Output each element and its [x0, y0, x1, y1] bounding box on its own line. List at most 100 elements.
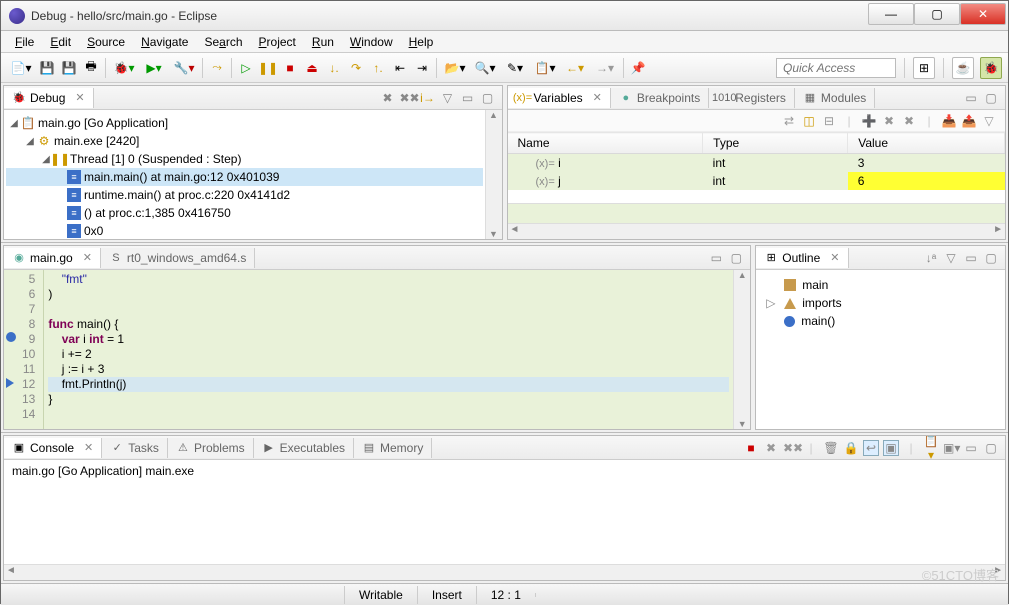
frame-0[interactable]: main.main() at main.go:12 0x401039: [84, 170, 279, 184]
annotation-button[interactable]: ✎▾: [501, 58, 529, 78]
maximize-icon[interactable]: ▢: [983, 251, 999, 265]
show-type-button[interactable]: ⇄: [781, 114, 797, 128]
show-console-button[interactable]: ▣: [883, 440, 899, 456]
collapse-button[interactable]: ⊟: [821, 114, 837, 128]
remove-button[interactable]: ✖: [881, 114, 897, 128]
scrollbar-h[interactable]: [508, 223, 1006, 239]
new-button[interactable]: 📄▾: [7, 58, 35, 78]
remove-all-button[interactable]: ✖✖: [400, 91, 416, 105]
breakpoint-marker[interactable]: [6, 332, 16, 342]
tab-asm[interactable]: S rt0_windows_amd64.s: [101, 248, 255, 268]
close-icon[interactable]: ✕: [593, 91, 602, 104]
import-button[interactable]: 📥: [941, 114, 957, 128]
code-area[interactable]: "fmt" ) func main() { var i int = 1 i +=…: [44, 270, 733, 429]
maximize-icon[interactable]: ▢: [480, 91, 496, 105]
close-button[interactable]: ✕: [960, 3, 1006, 25]
scrollbar-h[interactable]: [4, 564, 1005, 580]
frame-2[interactable]: () at proc.c:1,385 0x416750: [84, 206, 231, 220]
step-filters-button[interactable]: ⇥: [412, 58, 432, 78]
export-button[interactable]: 📤: [961, 114, 977, 128]
nav-fwd-button[interactable]: →▾: [591, 58, 619, 78]
frame-3[interactable]: 0x0: [84, 224, 103, 238]
remove-launch-button[interactable]: ✖: [763, 441, 779, 455]
minimize-icon[interactable]: ▭: [708, 251, 724, 265]
tab-executables[interactable]: ▶Executables: [254, 438, 354, 458]
tab-registers[interactable]: 1010Registers: [709, 88, 795, 108]
view-menu-icon[interactable]: ▽: [981, 114, 997, 128]
debug-perspective-button[interactable]: 🐞: [980, 57, 1002, 79]
menu-file[interactable]: File: [9, 33, 40, 51]
minimize-icon[interactable]: ▭: [460, 91, 476, 105]
quick-access-input[interactable]: [776, 58, 896, 78]
close-icon[interactable]: ✕: [830, 251, 839, 264]
scrollbar-v[interactable]: ▲▼: [485, 110, 502, 239]
menu-window[interactable]: Window: [344, 33, 399, 51]
menu-project[interactable]: Project: [253, 33, 302, 51]
close-icon[interactable]: ✕: [84, 441, 93, 454]
menu-navigate[interactable]: Navigate: [135, 33, 194, 51]
open-type-button[interactable]: 📂▾: [441, 58, 469, 78]
step-into-icon[interactable]: i→: [420, 91, 436, 105]
process-node[interactable]: main.exe [2420]: [54, 134, 139, 148]
var-row-i[interactable]: (x)= i int 3: [508, 154, 1005, 173]
remove-all-button[interactable]: ✖: [901, 114, 917, 128]
col-type[interactable]: Type: [703, 133, 848, 154]
col-name[interactable]: Name: [508, 133, 703, 154]
menu-run[interactable]: Run: [306, 33, 340, 51]
word-wrap-button[interactable]: ↩: [863, 440, 879, 456]
save-button[interactable]: 💾: [37, 58, 57, 78]
view-menu-icon[interactable]: ▽: [943, 251, 959, 265]
display-button[interactable]: ▣▾: [943, 441, 959, 455]
menu-source[interactable]: Source: [81, 33, 131, 51]
thread-node[interactable]: Thread [1] 0 (Suspended : Step): [70, 152, 241, 166]
minimize-icon[interactable]: ▭: [963, 441, 979, 455]
step-return-button[interactable]: ↑.: [368, 58, 388, 78]
menu-help[interactable]: Help: [403, 33, 440, 51]
print-button[interactable]: 🖶: [81, 58, 101, 78]
minimize-icon[interactable]: ▭: [963, 91, 979, 105]
maximize-button[interactable]: ▢: [914, 3, 960, 25]
java-perspective-button[interactable]: ☕: [952, 57, 974, 79]
line-gutter[interactable]: 5 6 7 8 9 10 11 12 13 14: [4, 270, 44, 429]
add-button[interactable]: ➕: [861, 114, 877, 128]
drop-frame-button[interactable]: ⇤: [390, 58, 410, 78]
code-editor[interactable]: 5 6 7 8 9 10 11 12 13 14 "fmt" ) func ma…: [4, 270, 750, 429]
resume-button[interactable]: ▷: [236, 58, 256, 78]
close-icon[interactable]: ✕: [75, 91, 84, 104]
var-row-j[interactable]: (x)= j int 6: [508, 172, 1005, 190]
minimize-icon[interactable]: ▭: [963, 251, 979, 265]
nav-back-button[interactable]: ←▾: [561, 58, 589, 78]
minimize-button[interactable]: —: [868, 3, 914, 25]
col-value[interactable]: Value: [848, 133, 1005, 154]
debug-tree[interactable]: ◢📋main.go [Go Application] ◢⚙main.exe [2…: [4, 110, 485, 239]
sort-button[interactable]: ↓ᵃ: [923, 251, 939, 265]
view-menu-icon[interactable]: ▽: [440, 91, 456, 105]
frame-1[interactable]: runtime.main() at proc.c:220 0x4141d2: [84, 188, 290, 202]
outline-tree[interactable]: main ▷imports main(): [756, 270, 1005, 429]
scrollbar-v[interactable]: ▲▼: [733, 270, 750, 429]
launch-node[interactable]: main.go [Go Application]: [38, 116, 168, 130]
variables-table[interactable]: Name Type Value (x)= i int 3 (x)= j int …: [508, 132, 1006, 190]
remove-all-button[interactable]: ✖✖: [783, 441, 799, 455]
outline-func[interactable]: main(): [766, 312, 995, 330]
debug-button[interactable]: 🐞▾: [110, 58, 138, 78]
maximize-icon[interactable]: ▢: [728, 251, 744, 265]
tab-main-go[interactable]: ◉ main.go ✕: [4, 248, 101, 268]
pin-button[interactable]: 📌: [628, 58, 648, 78]
tab-tasks[interactable]: ✓Tasks: [102, 438, 168, 458]
terminate-button[interactable]: ■: [743, 441, 759, 455]
tab-breakpoints[interactable]: ●Breakpoints: [611, 88, 709, 108]
terminate-button[interactable]: ■: [280, 58, 300, 78]
menu-edit[interactable]: Edit: [44, 33, 77, 51]
close-icon[interactable]: ✕: [83, 251, 92, 264]
perspective-button[interactable]: ⊞: [913, 57, 935, 79]
tab-outline[interactable]: ⊞ Outline ✕: [756, 248, 848, 268]
open-console-button[interactable]: 📋▾: [923, 435, 939, 462]
suspend-button[interactable]: ❚❚: [258, 58, 278, 78]
clear-button[interactable]: 🗑: [823, 441, 839, 455]
step-into-button[interactable]: ↓.: [324, 58, 344, 78]
save-all-button[interactable]: 💾: [59, 58, 79, 78]
tab-problems[interactable]: ⚠Problems: [168, 438, 254, 458]
tab-modules[interactable]: ▦Modules: [795, 88, 875, 108]
external-button[interactable]: 🔧▾: [170, 58, 198, 78]
